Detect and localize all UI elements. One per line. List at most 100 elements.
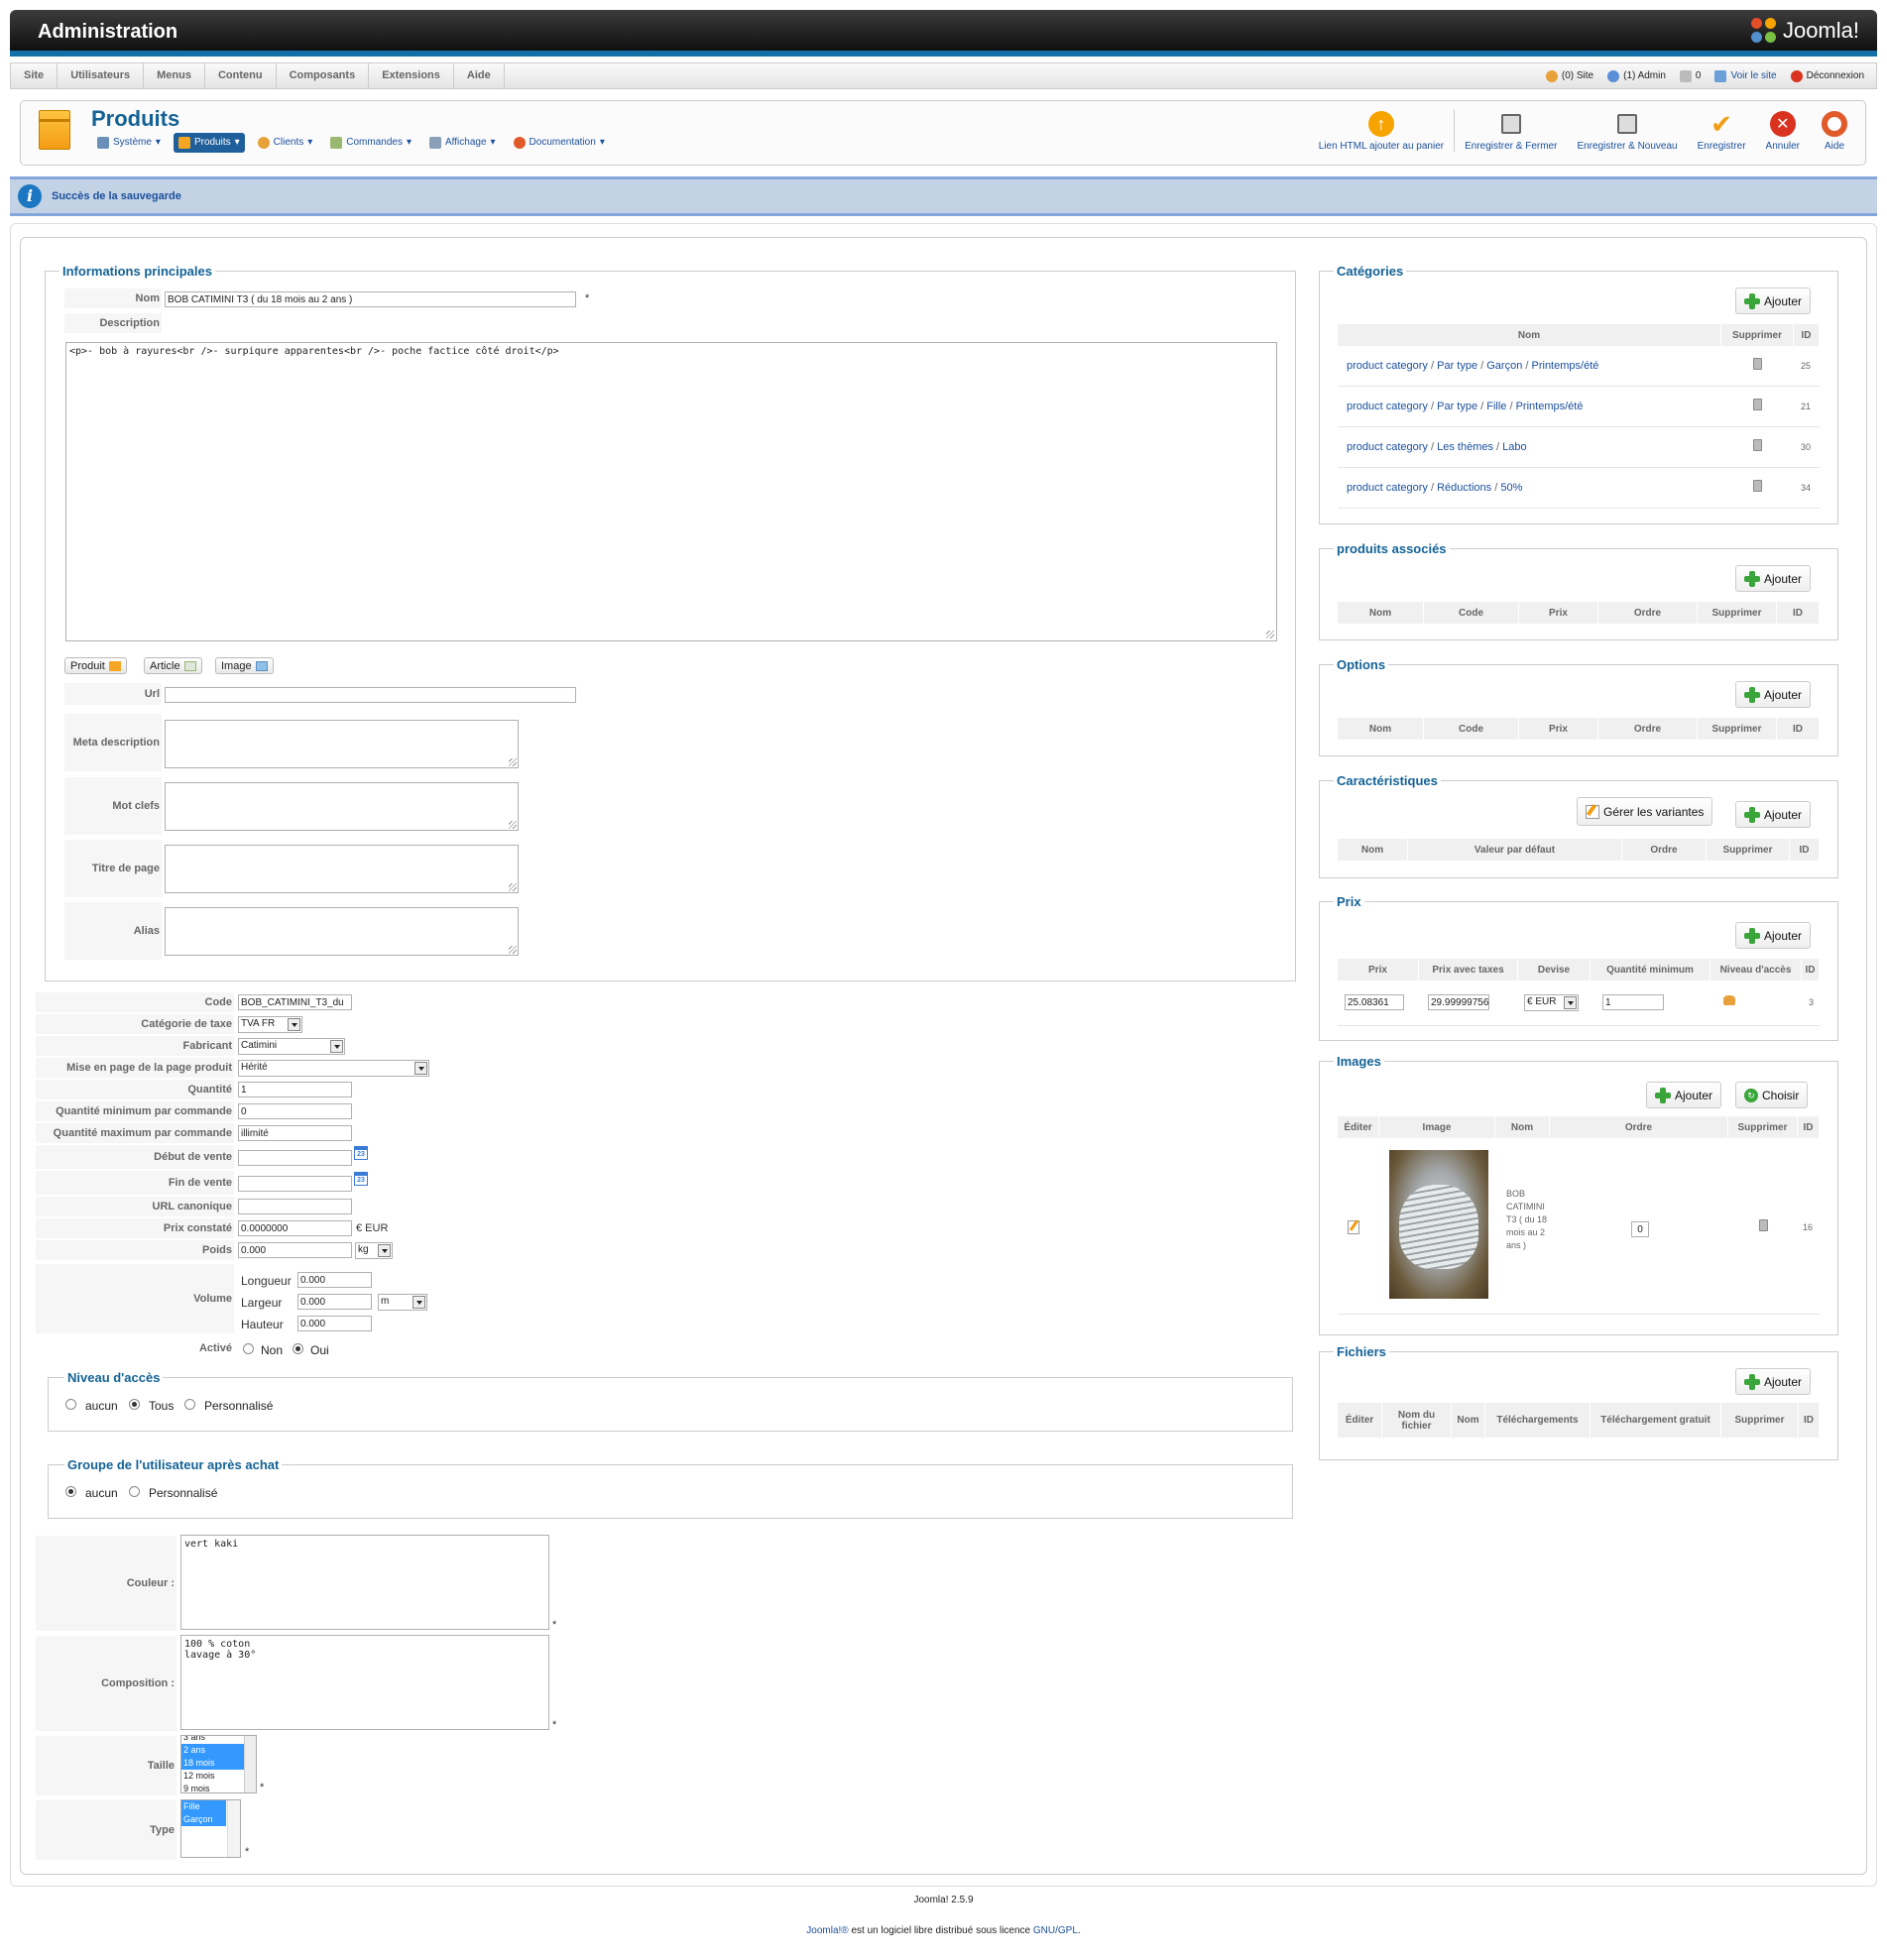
calendar-icon[interactable]: 23 — [354, 1146, 368, 1160]
edit-icon[interactable] — [1348, 1219, 1359, 1234]
group-none-radio[interactable] — [65, 1486, 76, 1497]
name-input[interactable]: BOB CATIMINI T3 ( du 18 mois au 2 ans ) — [165, 291, 576, 307]
weight-unit-select[interactable]: kg — [355, 1242, 393, 1259]
menu-help[interactable]: Aide — [454, 63, 505, 88]
access-all-radio[interactable] — [129, 1399, 140, 1410]
canonical-url-input[interactable] — [238, 1199, 352, 1214]
min-qty-price-input[interactable]: 1 — [1602, 994, 1664, 1010]
submenu-documentation[interactable]: Documentation ▾ — [509, 133, 610, 153]
add-price-button[interactable]: Ajouter — [1735, 922, 1812, 949]
category-path-link[interactable]: product category / Par type / Fille / Pr… — [1347, 401, 1583, 412]
mail-icon — [1679, 69, 1692, 82]
alias-textarea[interactable] — [165, 907, 519, 956]
height-input[interactable]: 0.000 — [297, 1316, 372, 1331]
meta-description-textarea[interactable] — [165, 720, 519, 768]
resize-grip[interactable] — [509, 883, 517, 891]
trash-icon[interactable] — [1753, 399, 1762, 410]
sale-start-input[interactable] — [238, 1150, 352, 1166]
add-image-button[interactable]: Ajouter — [1646, 1082, 1722, 1108]
submenu-clients[interactable]: Clients ▾ — [253, 133, 318, 153]
resize-grip[interactable] — [509, 946, 517, 954]
composition-textarea[interactable]: 100 % coton lavage à 30° — [180, 1635, 549, 1730]
active-no-radio[interactable] — [243, 1343, 254, 1354]
view-site-link[interactable]: Voir le site — [1714, 69, 1777, 82]
add-option-button[interactable]: Ajouter — [1735, 681, 1812, 708]
insert-image-button[interactable]: Image — [215, 657, 274, 674]
trash-icon[interactable] — [1753, 439, 1762, 451]
max-qty-input[interactable]: illimité — [238, 1125, 352, 1141]
keywords-textarea[interactable] — [165, 782, 519, 831]
submenu-orders[interactable]: Commandes ▾ — [325, 133, 416, 153]
manage-variants-button[interactable]: Gérer les variantes — [1577, 797, 1713, 826]
color-textarea[interactable]: vert kaki — [180, 1535, 549, 1630]
help-button[interactable]: Aide — [1810, 109, 1859, 152]
insert-article-button[interactable]: Article — [144, 657, 202, 674]
resize-grip[interactable] — [509, 821, 517, 829]
category-path-link[interactable]: product category / Par type / Garçon / P… — [1347, 360, 1598, 372]
type-scrollbar[interactable] — [227, 1800, 240, 1857]
cancel-button[interactable]: ✕ Annuler — [1756, 109, 1810, 152]
access-custom-radio[interactable] — [184, 1399, 195, 1410]
tax-category-select[interactable]: TVA FR — [238, 1016, 302, 1033]
currency-select[interactable]: € EUR — [1524, 994, 1579, 1011]
quantity-input[interactable]: 1 — [238, 1082, 352, 1097]
weight-input[interactable]: 0.000 — [238, 1242, 352, 1258]
joomla-logo[interactable]: Joomla! — [1750, 18, 1859, 44]
status-messages[interactable]: 0 — [1679, 69, 1701, 82]
keywords-label: Mot clefs — [64, 777, 162, 835]
menu-content[interactable]: Contenu — [205, 63, 277, 88]
sale-end-input[interactable] — [238, 1176, 352, 1192]
msrp-input[interactable]: 0.0000000 — [238, 1220, 352, 1236]
submenu-system[interactable]: Système ▾ — [92, 133, 166, 153]
manufacturer-select[interactable]: Catimini — [238, 1038, 345, 1055]
active-yes-radio[interactable] — [293, 1343, 303, 1354]
access-none-radio[interactable] — [65, 1399, 76, 1410]
type-option[interactable]: Fille — [181, 1800, 226, 1813]
price-tax-input[interactable]: 29.99999756 — [1428, 994, 1489, 1010]
options-legend: Options — [1337, 657, 1386, 672]
category-path-link[interactable]: product category / Les thèmes / Labo — [1347, 441, 1527, 453]
submenu-display[interactable]: Affichage ▾ — [424, 133, 501, 153]
trash-icon[interactable] — [1753, 358, 1762, 370]
save-button[interactable]: ✔ Enregistrer — [1688, 109, 1756, 153]
width-input[interactable]: 0.000 — [297, 1294, 372, 1310]
insert-product-button[interactable]: Produit — [64, 657, 127, 674]
choose-image-button[interactable]: ↻ Choisir — [1735, 1082, 1809, 1108]
add-related-product-button[interactable]: Ajouter — [1735, 565, 1812, 592]
price-input[interactable]: 25.08361 — [1345, 994, 1404, 1010]
users-icon[interactable] — [1723, 995, 1735, 1005]
image-order-input[interactable]: 0 — [1631, 1221, 1649, 1237]
add-file-button[interactable]: Ajouter — [1735, 1368, 1812, 1395]
add-characteristic-button[interactable]: Ajouter — [1735, 801, 1812, 828]
category-path-link[interactable]: product category / Réductions / 50% — [1347, 482, 1522, 494]
trash-icon[interactable] — [1753, 480, 1762, 492]
resize-grip[interactable] — [509, 758, 517, 766]
save-new-button[interactable]: Enregistrer & Nouveau — [1567, 109, 1687, 152]
type-option[interactable]: Garçon — [181, 1813, 226, 1826]
min-qty-input[interactable]: 0 — [238, 1103, 352, 1119]
add-to-cart-link-button[interactable]: ↑ Lien HTML ajouter au panier — [1309, 109, 1454, 152]
page-title-textarea[interactable] — [165, 845, 519, 893]
menu-menus[interactable]: Menus — [144, 63, 205, 88]
group-custom-radio[interactable] — [129, 1486, 140, 1497]
submenu-products[interactable]: Produits ▾ — [173, 133, 245, 153]
joomla-footer-link[interactable]: Joomla!® — [806, 1925, 848, 1936]
calendar-icon[interactable]: 23 — [354, 1172, 368, 1186]
layout-select[interactable]: Hérité — [238, 1060, 429, 1077]
menu-site[interactable]: Site — [11, 63, 59, 88]
logout-link[interactable]: Déconnexion — [1790, 69, 1864, 82]
gpl-link[interactable]: GNU/GPL — [1033, 1925, 1078, 1936]
dimension-unit-select[interactable]: m — [378, 1294, 427, 1311]
length-input[interactable]: 0.000 — [297, 1272, 372, 1288]
add-category-button[interactable]: Ajouter — [1735, 288, 1812, 314]
size-scrollbar[interactable] — [244, 1736, 256, 1792]
url-input[interactable] — [165, 687, 576, 703]
menu-extensions[interactable]: Extensions — [369, 63, 454, 88]
menu-users[interactable]: Utilisateurs — [58, 63, 145, 88]
save-close-button[interactable]: Enregistrer & Fermer — [1454, 109, 1567, 152]
menu-components[interactable]: Composants — [277, 63, 370, 88]
code-input[interactable]: BOB_CATIMINI_T3_du — [238, 994, 352, 1010]
description-resize-grip[interactable] — [1266, 631, 1274, 638]
trash-icon[interactable] — [1759, 1219, 1768, 1231]
description-textarea[interactable]: <p>- bob à rayures<br />- surpiqure appa… — [65, 342, 1277, 641]
